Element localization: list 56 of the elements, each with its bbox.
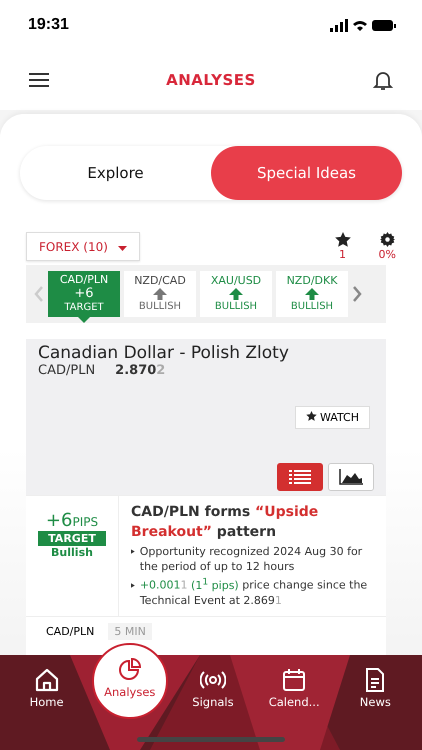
ticker-status: BULLISH xyxy=(290,300,334,314)
bell-icon[interactable] xyxy=(372,69,394,91)
up-arrow-icon xyxy=(305,288,319,300)
list-view-button[interactable] xyxy=(277,463,323,491)
tab-item[interactable]: Signals xyxy=(176,655,249,710)
caret-icon xyxy=(118,246,127,250)
home-icon xyxy=(34,667,60,693)
analysis-symbol: CAD/PLN xyxy=(46,624,94,638)
instrument-price: 2.8702 xyxy=(115,363,166,378)
battery-icon xyxy=(372,20,396,30)
calendar-icon xyxy=(281,667,308,693)
ticker-status: TARGET xyxy=(64,301,104,315)
timeframe-tag: 5 MIN xyxy=(108,622,152,640)
ticker-symbol: XAU/USD xyxy=(210,274,262,288)
bullet-text: +0.0011 (1$^{1}$ pips) price change since the Technical Event at 2.8691 xyxy=(140,575,368,608)
up-arrow-icon xyxy=(229,288,243,300)
progress-percent: 0% xyxy=(378,248,396,261)
tab-item[interactable]: Home xyxy=(10,655,83,710)
wifi-icon xyxy=(353,19,367,31)
gear-icon xyxy=(380,232,395,247)
ticker-symbol: NZD/DKK xyxy=(286,274,338,288)
ticker-card[interactable]: XAU/USD BULLISH xyxy=(200,271,272,317)
star-icon xyxy=(306,411,317,421)
instrument-name: Canadian Dollar - Polish Zloty xyxy=(38,343,290,363)
analyses-icon xyxy=(116,657,143,683)
chevron-right-icon[interactable] xyxy=(352,286,362,302)
segment-tab[interactable]: Explore xyxy=(20,146,211,200)
ticker-card[interactable]: NZD/CAD BULLISH xyxy=(124,271,196,317)
area-chart-icon xyxy=(339,469,363,485)
signal-icon xyxy=(330,18,348,32)
ticker-value: +6 xyxy=(74,287,94,301)
star-icon xyxy=(334,232,351,247)
analysis-headline: CAD/PLN forms “Upside Breakout” pattern xyxy=(131,503,320,542)
ticker-status: BULLISH xyxy=(138,300,182,314)
tab-item[interactable]: News xyxy=(339,655,412,710)
bullet-icon xyxy=(131,548,135,555)
target-badge: TARGET xyxy=(38,531,106,546)
segment-tab[interactable]: Special Ideas xyxy=(211,146,402,200)
up-arrow-icon xyxy=(153,288,167,300)
ticker-card[interactable]: NZD/DKK BULLISH xyxy=(276,271,348,317)
ticker-symbol: CAD/PLN xyxy=(60,273,108,287)
pips-unit: PIPS xyxy=(72,515,98,529)
watch-count: 1 xyxy=(339,248,346,261)
bullet-icon xyxy=(131,582,135,589)
instrument-symbol: CAD/PLN xyxy=(38,363,96,378)
list-icon xyxy=(289,469,311,485)
page-title: ANALYSES xyxy=(166,71,256,89)
pips-value: +6 xyxy=(46,510,72,531)
ticker-symbol: NZD/CAD xyxy=(134,274,186,288)
direction-label: Bullish xyxy=(51,546,93,559)
watch-button[interactable]: WATCH xyxy=(294,406,370,429)
chart-view-button[interactable] xyxy=(328,463,374,491)
status-time: 19:31 xyxy=(28,16,69,34)
menu-icon[interactable] xyxy=(28,72,50,88)
ticker-status: BULLISH xyxy=(214,300,258,314)
filter-dropdown[interactable]: FOREX (10) xyxy=(26,232,140,261)
